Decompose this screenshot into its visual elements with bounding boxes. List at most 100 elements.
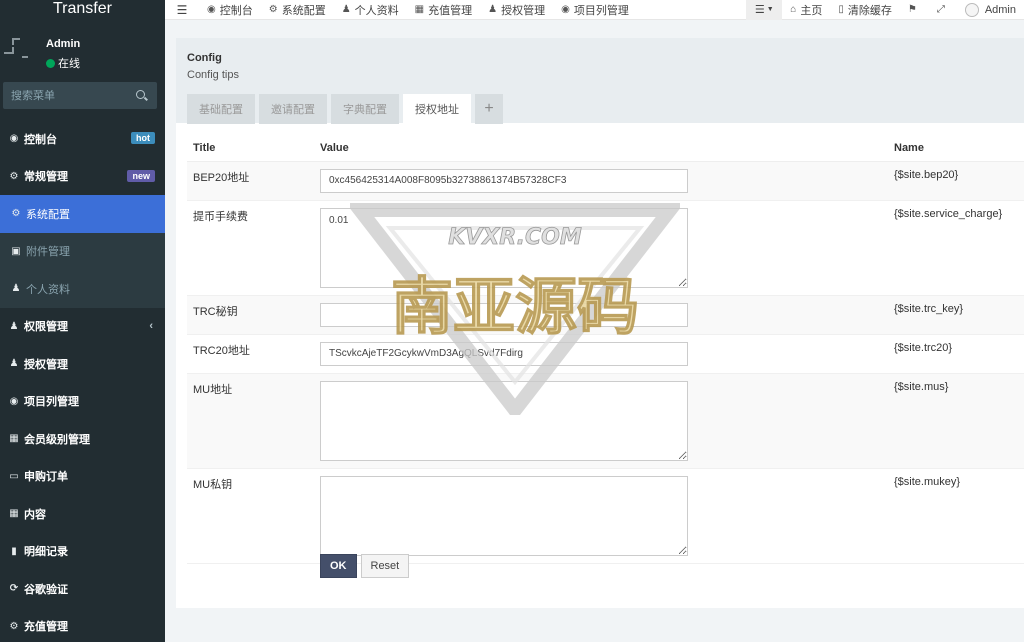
- sidebar-item[interactable]: ◉ 项目列管理: [0, 383, 165, 421]
- top-tab[interactable]: ▦ 充值管理: [407, 0, 480, 20]
- cogs-icon: ⚙: [9, 170, 19, 182]
- top-tab[interactable]: ♟ 授权管理: [480, 0, 553, 20]
- sidebar-item[interactable]: ♟ 授权管理: [0, 345, 165, 383]
- new-badge: new: [127, 169, 155, 182]
- home-icon: ⌂: [790, 4, 797, 15]
- home-label: 主页: [800, 4, 823, 17]
- sidebar-item-label: 权限管理: [24, 321, 68, 334]
- row-name: {$site.mukey}: [888, 468, 1024, 564]
- top-tab-label: 控制台: [219, 4, 253, 17]
- row-value-cell: [314, 334, 888, 374]
- admin-avatar: [964, 2, 979, 17]
- clear-cache-label: 清除缓存: [847, 4, 892, 17]
- config-tab[interactable]: 字典配置: [331, 94, 399, 124]
- config-tab[interactable]: 邀请配置: [259, 94, 327, 124]
- sidebar-toggle-button[interactable]: ☰: [165, 0, 199, 20]
- config-input[interactable]: [320, 341, 688, 366]
- sidebar-item[interactable]: ▭ 申购订单: [0, 458, 165, 496]
- sidebar-item-label: 附件管理: [26, 246, 70, 259]
- sidebar-item-label: 常规管理: [24, 171, 68, 184]
- admin-menu[interactable]: Admin: [957, 0, 1024, 20]
- dashboard-icon: ◉: [207, 4, 216, 15]
- grid-icon: ▦: [9, 508, 19, 520]
- top-tab-label: 个人资料: [354, 4, 399, 17]
- config-tab[interactable]: 基础配置: [187, 94, 255, 124]
- sidebar-item[interactable]: ⟳ 谷歌验证: [0, 570, 165, 608]
- reset-button[interactable]: Reset: [360, 554, 410, 578]
- search-input[interactable]: [11, 89, 135, 102]
- table-row: TRC秘钥 {$site.trc_key}: [187, 295, 1024, 335]
- config-textarea[interactable]: [320, 380, 688, 461]
- add-tab-plus-icon[interactable]: +: [475, 94, 503, 124]
- ok-button[interactable]: OK: [320, 554, 357, 578]
- row-name: {$site.mus}: [888, 373, 1024, 469]
- top-tab[interactable]: ◉ 控制台: [199, 0, 261, 20]
- circle-icon: ◉: [9, 395, 19, 407]
- card-icon: ▭: [9, 470, 19, 482]
- table-row: TRC20地址 {$site.trc20}: [187, 334, 1024, 374]
- gear-icon: ⚙: [9, 620, 19, 632]
- sidebar-item[interactable]: ⚙ 充值管理: [0, 608, 165, 642]
- fullscreen-button[interactable]: ⤢: [929, 0, 957, 20]
- sidebar-item[interactable]: ▦ 内容: [0, 495, 165, 533]
- sidebar-item[interactable]: ▦ 会员级别管理: [0, 420, 165, 458]
- clear-cache-button[interactable]: ▯ 清除缓存: [830, 0, 900, 20]
- circle-icon: ◉: [561, 4, 570, 15]
- sidebar-item[interactable]: ♟ 个人资料: [0, 270, 165, 308]
- top-tab[interactable]: ⚙ 系统配置: [261, 0, 334, 20]
- config-input[interactable]: [320, 302, 688, 327]
- sidebar-item[interactable]: ▣ 附件管理: [0, 233, 165, 271]
- page-title: Config: [187, 52, 222, 64]
- search-icon[interactable]: [135, 89, 149, 103]
- row-name: {$site.trc_key}: [888, 295, 1024, 335]
- brand-logo[interactable]: Transfer: [0, 0, 165, 18]
- trash-icon: ▯: [838, 4, 844, 15]
- users-icon: ♟: [9, 358, 19, 370]
- sidebar-item-label: 项目列管理: [24, 396, 79, 409]
- top-tab-label: 项目列管理: [573, 4, 629, 17]
- row-title: MU私钥: [187, 468, 314, 564]
- sidebar-item-label: 个人资料: [26, 283, 70, 296]
- sidebar-item[interactable]: ⚙ 系统配置: [0, 195, 165, 233]
- row-value-cell: 0.01: [314, 200, 888, 296]
- table-row: MU地址 {$site.mus}: [187, 373, 1024, 469]
- sidebar-item-label: 谷歌验证: [24, 583, 68, 596]
- row-value-cell: [314, 468, 888, 564]
- sidebar-search[interactable]: [3, 82, 157, 109]
- user-panel: Admin 在线: [0, 18, 165, 78]
- table-row: 提币手续费 0.01 {$site.service_charge}: [187, 200, 1024, 296]
- config-textarea[interactable]: 0.01: [320, 207, 688, 288]
- sidebar-submenu: ⚙ 系统配置 ▣ 附件管理 ♟ 个人资料: [0, 195, 165, 308]
- row-name: {$site.trc20}: [888, 334, 1024, 374]
- sidebar-item-label: 明细记录: [24, 546, 68, 559]
- sidebar-item[interactable]: ◉ 控制台 hot: [0, 120, 165, 158]
- column-header-title: Title: [187, 135, 314, 162]
- column-header-value: Value: [314, 135, 888, 162]
- menu-dropdown-button[interactable]: ☰ ▼: [746, 0, 783, 20]
- row-title: BEP20地址: [187, 161, 314, 201]
- sidebar-item[interactable]: ♟ 权限管理 ‹: [0, 308, 165, 346]
- language-button[interactable]: ⚑: [900, 0, 929, 20]
- home-link[interactable]: ⌂ 主页: [782, 0, 830, 20]
- top-tab[interactable]: ◉ 项目列管理: [553, 0, 637, 20]
- row-value-cell: [314, 161, 888, 201]
- row-title: MU地址: [187, 373, 314, 469]
- hot-badge: hot: [131, 132, 155, 144]
- list-icon: ☰: [754, 4, 765, 16]
- bar-chart-icon: ▮: [11, 545, 17, 557]
- sidebar-menu: ◉ 控制台 hot ⚙ 常规管理 new ⚙ 系统配置 ▣ 附件管理 ♟ 个人资料 ♟ 权限管理 ‹ ♟ 授权管…: [0, 120, 165, 642]
- user-icon: ♟: [11, 283, 21, 295]
- config-textarea[interactable]: [320, 475, 688, 556]
- config-tab[interactable]: 授权地址: [403, 94, 471, 124]
- gear-icon: ⚙: [11, 208, 21, 220]
- sidebar-item-label: 控制台: [24, 133, 57, 146]
- sidebar-item[interactable]: ⚙ 常规管理 new: [0, 158, 165, 196]
- config-input[interactable]: [320, 168, 688, 193]
- user-status: 在线: [46, 55, 80, 71]
- user-status-label: 在线: [58, 58, 80, 70]
- top-tab-label: 授权管理: [501, 4, 546, 17]
- sidebar-item[interactable]: ▮ 明细记录: [0, 533, 165, 571]
- row-name: {$site.bep20}: [888, 161, 1024, 201]
- top-tab[interactable]: ♟ 个人资料: [334, 0, 407, 20]
- sidebar-item-label: 内容: [24, 508, 46, 521]
